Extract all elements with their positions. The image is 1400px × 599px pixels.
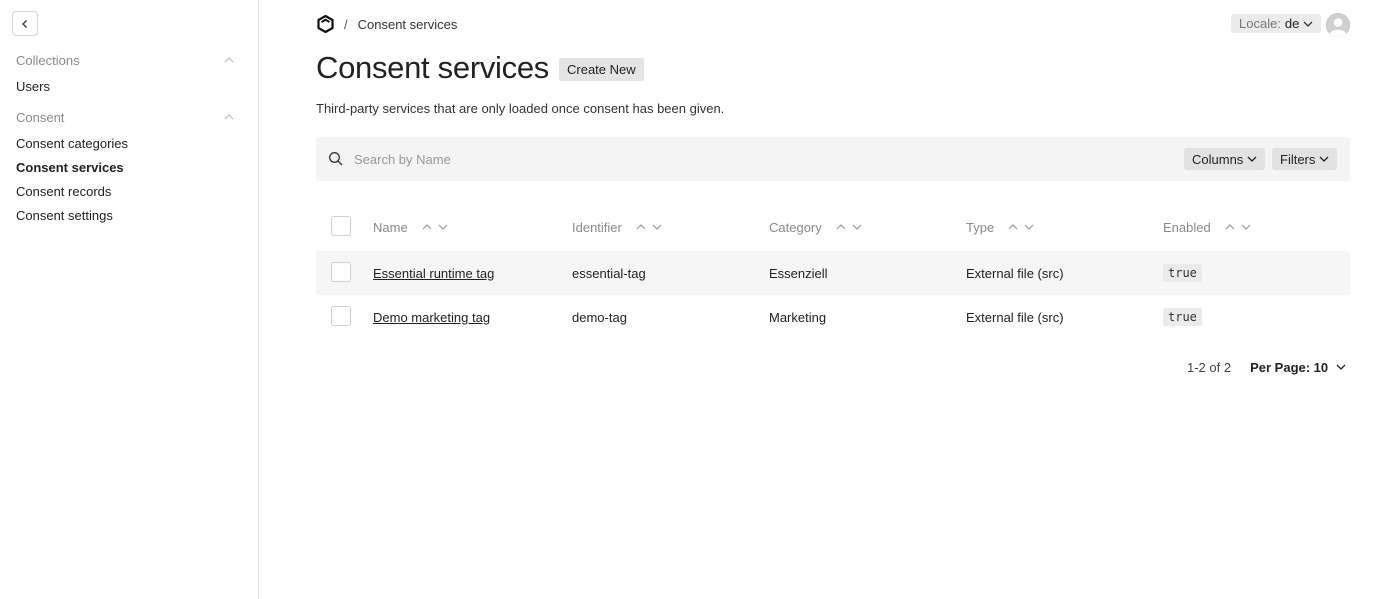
sidebar-item-consent-categories[interactable]: Consent categories	[0, 132, 259, 156]
cell-enabled: true	[1163, 295, 1202, 339]
chevron-up-icon[interactable]	[223, 111, 235, 123]
sidebar-item-consent-records[interactable]: Consent records	[0, 180, 259, 204]
column-label: Name	[373, 219, 408, 235]
column-header-category: Category	[769, 205, 862, 249]
column-header-name: Name	[373, 205, 448, 249]
sort-desc-icon[interactable]	[1024, 222, 1034, 232]
cell-identifier: essential-tag	[572, 265, 646, 281]
nav-group-collections: Collections Users	[0, 49, 259, 99]
chevron-down-icon	[1247, 156, 1257, 162]
services-table: Name Identifier Category Type Enabled Es…	[316, 205, 1350, 339]
sort-controls	[1008, 222, 1034, 232]
locale-value: de	[1284, 16, 1300, 31]
filters-button-label: Filters	[1280, 151, 1316, 167]
pagination: 1-2 of 2 Per Page: 10	[1187, 357, 1346, 377]
page-title: Consent services	[316, 50, 549, 85]
filters-button[interactable]: Filters	[1272, 148, 1338, 170]
nav-group-label: Collections	[16, 52, 80, 68]
logo-icon[interactable]	[316, 15, 334, 33]
chevron-left-icon	[22, 19, 27, 28]
cell-type: External file (src)	[966, 265, 1064, 281]
enabled-value-badge: true	[1163, 264, 1202, 282]
per-page-label: Per Page: 10	[1250, 359, 1329, 375]
breadcrumb-separator: /	[344, 16, 348, 32]
columns-button[interactable]: Columns	[1184, 148, 1266, 170]
sidebar-item-consent-services[interactable]: Consent services	[0, 156, 259, 180]
sort-asc-icon[interactable]	[422, 222, 432, 232]
sort-desc-icon[interactable]	[652, 222, 662, 232]
locale-selector[interactable]: Locale: de	[1231, 14, 1322, 33]
avatar[interactable]	[1326, 13, 1350, 37]
sort-controls	[422, 222, 448, 232]
sort-desc-icon[interactable]	[852, 222, 862, 232]
sort-asc-icon[interactable]	[1008, 222, 1018, 232]
chevron-up-icon[interactable]	[223, 54, 235, 66]
sort-asc-icon[interactable]	[836, 222, 846, 232]
select-all-checkbox[interactable]	[331, 216, 351, 236]
table-row: Essential runtime tag essential-tag Esse…	[316, 251, 1350, 295]
nav-group-header-consent[interactable]: Consent	[0, 106, 259, 128]
cell-name: Demo marketing tag	[373, 295, 490, 339]
column-label: Category	[769, 219, 822, 235]
search-input[interactable]	[354, 149, 954, 169]
cell-category: Essenziell	[769, 265, 828, 281]
chevron-down-icon	[1336, 364, 1346, 370]
column-label: Identifier	[572, 219, 622, 235]
column-header-identifier: Identifier	[572, 205, 662, 249]
sort-desc-icon[interactable]	[438, 222, 448, 232]
chevron-down-icon	[1303, 21, 1313, 27]
user-icon	[1326, 13, 1350, 37]
service-name-link[interactable]: Demo marketing tag	[373, 310, 490, 325]
page-description: Third-party services that are only loade…	[316, 101, 725, 116]
table-header-row: Name Identifier Category Type Enabled	[316, 205, 1350, 249]
locale-label: Locale:	[1239, 16, 1281, 31]
cell-identifier: demo-tag	[572, 309, 627, 325]
create-new-button[interactable]: Create New	[559, 58, 644, 81]
search-icon	[329, 152, 343, 166]
breadcrumb: / Consent services	[316, 12, 457, 36]
pagination-info: 1-2 of 2	[1187, 359, 1232, 375]
cell-name: Essential runtime tag	[373, 251, 494, 295]
enabled-value-badge: true	[1163, 308, 1202, 326]
nav-group-header-collections[interactable]: Collections	[0, 49, 259, 71]
sidebar-item-users[interactable]: Users	[0, 75, 259, 99]
row-checkbox[interactable]	[331, 262, 351, 282]
sort-asc-icon[interactable]	[636, 222, 646, 232]
column-label: Enabled	[1163, 219, 1211, 235]
column-header-enabled: Enabled	[1163, 205, 1251, 249]
search-bar: Columns Filters	[316, 137, 1350, 181]
sidebar: Collections Users Consent Consent catego…	[0, 0, 259, 599]
sort-controls	[636, 222, 662, 232]
sort-controls	[1225, 222, 1251, 232]
main-content: / Consent services Locale: de Consent se…	[260, 0, 1400, 599]
per-page-selector[interactable]: Per Page: 10	[1250, 360, 1346, 375]
nav-group-consent: Consent Consent categories Consent servi…	[0, 106, 259, 228]
cell-type: External file (src)	[966, 309, 1064, 325]
sort-desc-icon[interactable]	[1241, 222, 1251, 232]
table-row: Demo marketing tag demo-tag Marketing Ex…	[316, 295, 1350, 339]
column-label: Type	[966, 219, 995, 235]
row-checkbox[interactable]	[331, 306, 351, 326]
sort-controls	[836, 222, 862, 232]
column-header-type: Type	[966, 205, 1034, 249]
breadcrumb-current: Consent services	[357, 16, 458, 32]
columns-button-label: Columns	[1192, 151, 1244, 167]
cell-category: Marketing	[769, 309, 827, 325]
sort-asc-icon[interactable]	[1225, 222, 1235, 232]
chevron-down-icon	[1319, 156, 1329, 162]
collapse-sidebar-button[interactable]	[12, 11, 38, 36]
service-name-link[interactable]: Essential runtime tag	[373, 266, 494, 281]
sidebar-item-consent-settings[interactable]: Consent settings	[0, 204, 259, 228]
cell-enabled: true	[1163, 251, 1202, 295]
nav-group-label: Consent	[16, 109, 65, 125]
